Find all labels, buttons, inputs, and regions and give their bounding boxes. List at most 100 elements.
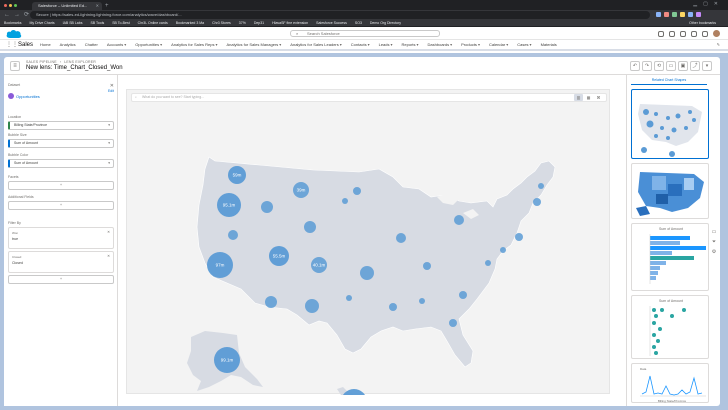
edit-nav-icon[interactable]: ✎	[717, 40, 720, 49]
redo-icon[interactable]: ↷	[642, 61, 652, 71]
filter-won[interactable]: Won true ✕	[8, 227, 114, 249]
maximize-window-icon[interactable]	[14, 4, 17, 7]
remove-filter-icon[interactable]: ✕	[107, 254, 110, 258]
new-tab-icon[interactable]: +	[105, 2, 109, 10]
chevron-down-icon[interactable]: ▾	[160, 40, 162, 49]
nav-item[interactable]: Chatter	[85, 40, 98, 49]
bookmark-item[interactable]: Demo Org Directory	[370, 21, 401, 25]
favorites-icon[interactable]	[658, 30, 664, 37]
thumb-line-chart[interactable]: Data Billing State/Province	[631, 363, 709, 403]
nav-item[interactable]: Dashboards ▾	[428, 40, 453, 49]
location-field[interactable]: Billing State/Province ▾	[8, 121, 114, 130]
add-filter-button[interactable]: +	[8, 275, 114, 284]
chevron-down-icon[interactable]: ▾	[450, 40, 452, 49]
nav-item[interactable]: Reports ▾	[402, 40, 419, 49]
nav-item[interactable]: Analytics for Sales Managers ▾	[226, 40, 281, 49]
nav-item[interactable]: Cases ▾	[517, 40, 532, 49]
bookmark-item[interactable]: SB Tools	[90, 21, 104, 25]
map-bubble[interactable]	[485, 260, 491, 266]
table-view-icon[interactable]: ▦	[584, 94, 593, 101]
browser-nav-icons[interactable]: ←→⟳	[4, 11, 33, 19]
reset-icon[interactable]: ⟲	[654, 61, 664, 71]
map-bubble[interactable]	[538, 183, 544, 189]
map-bubble[interactable]	[265, 296, 277, 308]
bookmark-item[interactable]: IAB SB Labs	[63, 21, 83, 25]
chevron-down-icon[interactable]: ▾	[530, 40, 532, 49]
thumb-bubble-map[interactable]	[631, 89, 709, 159]
global-add-icon[interactable]	[669, 30, 675, 37]
bookmark-item[interactable]: Chr3L Online cards	[138, 21, 168, 25]
nav-item[interactable]: Analytics for Sales Reps ▾	[171, 40, 217, 49]
close-tab-icon[interactable]: ✕	[96, 2, 99, 10]
breadcrumb-item-2[interactable]: LENS EXPLORER	[64, 60, 96, 64]
bookmark-item[interactable]: Salesforce Success	[316, 21, 347, 25]
map-bubble[interactable]	[423, 262, 431, 270]
nav-item[interactable]: Products ▾	[461, 40, 480, 49]
add-facet-button[interactable]: +	[8, 181, 114, 190]
chevron-down-icon[interactable]: ▾	[391, 40, 393, 49]
undo-icon[interactable]: ↶	[630, 61, 640, 71]
app-launcher-icon[interactable]: ⋮⋮	[6, 42, 18, 49]
thumb-choropleth-map[interactable]	[631, 163, 709, 219]
map-bubble[interactable]	[228, 230, 238, 240]
bookmark-item[interactable]: SB To-Best	[112, 21, 129, 25]
chevron-down-icon[interactable]: ▾	[506, 40, 508, 49]
bookmark-item[interactable]: Dep31	[254, 21, 264, 25]
map-bubble[interactable]	[454, 215, 464, 225]
map-bubble[interactable]	[449, 319, 457, 327]
map-bubble[interactable]	[261, 201, 273, 213]
help-icon[interactable]	[680, 30, 686, 37]
map-bubble[interactable]	[353, 187, 361, 195]
minimize-window-icon[interactable]	[9, 4, 12, 7]
chevron-down-icon[interactable]: ▾	[279, 40, 281, 49]
extension-icons[interactable]	[656, 12, 724, 18]
nav-item[interactable]: Contacts ▾	[351, 40, 370, 49]
map-bubble[interactable]	[346, 295, 352, 301]
map-bubble[interactable]	[396, 233, 406, 243]
saql-view-icon[interactable]: ⌘	[594, 94, 603, 101]
browser-tab[interactable]: Salesforce – Unlimited Ed... ✕	[32, 2, 102, 10]
bookmark-item[interactable]: Bookmarks	[4, 21, 22, 25]
settings-gear-icon[interactable]: ⚙	[710, 247, 718, 257]
bookmark-item[interactable]: SO3	[355, 21, 362, 25]
filter-closed[interactable]: Closed Closed ✕	[8, 251, 114, 273]
bookmark-item[interactable]: Chr3 Stores	[212, 21, 231, 25]
nav-item[interactable]: Accounts ▾	[107, 40, 126, 49]
close-window-icon[interactable]	[4, 4, 7, 7]
clip-icon[interactable]: ▭	[666, 61, 676, 71]
chevron-down-icon[interactable]: ▾	[124, 40, 126, 49]
chevron-down-icon[interactable]: ▾	[417, 40, 419, 49]
edit-dataset-link[interactable]: Edit	[108, 89, 114, 93]
url-field[interactable]: Secure | https://sales-ed-lightning.ligh…	[30, 11, 650, 19]
nav-item[interactable]: Calendar ▾	[489, 40, 508, 49]
notifications-bell-icon[interactable]	[702, 30, 708, 37]
global-search-input[interactable]: ⌕ Search Salesforce	[290, 30, 440, 37]
nav-item[interactable]: Analytics for Sales Leaders ▾	[290, 40, 341, 49]
save-icon[interactable]: ▣	[678, 61, 688, 71]
map-bubble[interactable]	[389, 303, 397, 311]
bookmark-item[interactable]: 37%	[239, 21, 246, 25]
bookmark-item[interactable]: Bookmarked 3 Ma	[176, 21, 204, 25]
add-field-button[interactable]: +	[8, 201, 114, 210]
thumb-bar-chart[interactable]: Sum of Amount	[631, 223, 709, 291]
filter-icon[interactable]: ⏷	[710, 237, 718, 247]
avatar[interactable]	[713, 30, 720, 37]
nav-item[interactable]: Opportunities ▾	[135, 40, 162, 49]
map-bubble[interactable]	[500, 247, 506, 253]
map-bubble[interactable]	[342, 198, 348, 204]
comment-icon[interactable]: ▭	[710, 227, 718, 237]
nav-item[interactable]: Analytics	[60, 40, 76, 49]
nav-item[interactable]: Leads ▾	[379, 40, 393, 49]
share-icon[interactable]: ⤴	[690, 61, 700, 71]
chart-view-icon[interactable]: ▥	[574, 94, 583, 101]
map-bubble[interactable]	[304, 221, 316, 233]
more-icon[interactable]: ▾	[702, 61, 712, 71]
bookmark-item[interactable]: My Drive Charts	[30, 21, 55, 25]
map-bubble[interactable]	[515, 233, 523, 241]
nav-item[interactable]: Home	[40, 40, 51, 49]
menu-icon[interactable]: ≡	[10, 61, 20, 71]
remove-filter-icon[interactable]: ✕	[107, 230, 110, 234]
chevron-down-icon[interactable]: ▾	[215, 40, 217, 49]
thumb-dot-plot[interactable]: Sum of Amount	[631, 295, 709, 359]
breadcrumb-item-1[interactable]: SALES PIPELINE	[26, 60, 57, 64]
